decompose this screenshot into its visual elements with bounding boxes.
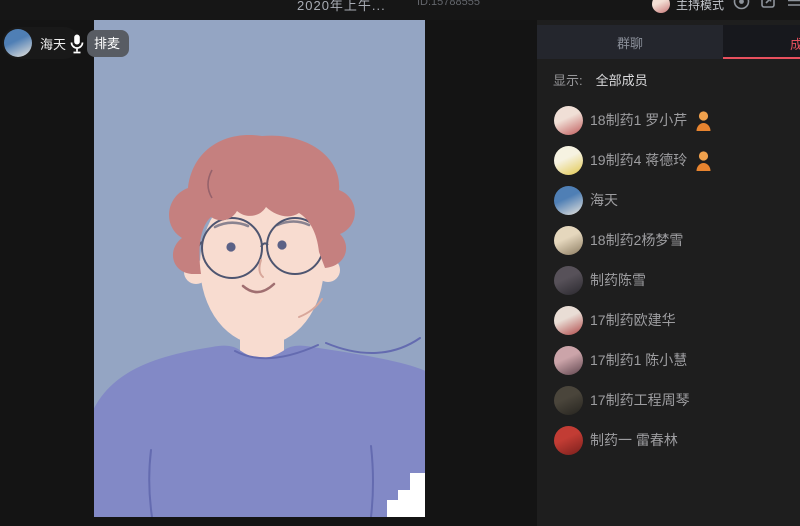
member-row[interactable]: 制药一 雷春林 xyxy=(537,420,800,460)
tab-members[interactable]: 成员 xyxy=(723,25,800,59)
speaker-name: 海天 xyxy=(40,34,66,53)
member-avatar xyxy=(554,386,583,415)
top-bar: 2020年上午... ID:15788555 主持模式 xyxy=(0,0,800,20)
member-avatar xyxy=(554,186,583,215)
speaker-illustration xyxy=(94,20,425,517)
microphone-icon xyxy=(70,33,84,55)
member-avatar xyxy=(554,426,583,455)
member-filter-row: 显示: 全部成员 xyxy=(553,69,800,89)
tab-group-chat[interactable]: 群聊 xyxy=(537,25,723,59)
member-name: 17制药1 陈小慧 xyxy=(590,350,687,370)
record-icon[interactable] xyxy=(733,0,750,10)
member-name: 制药一 雷春林 xyxy=(590,430,678,450)
share-screen-icon[interactable] xyxy=(760,0,776,9)
member-avatar xyxy=(554,266,583,295)
member-name: 海天 xyxy=(590,190,618,210)
speaker-name-pill: 海天 xyxy=(2,27,80,59)
member-row[interactable]: 制药陈雪 xyxy=(537,260,800,300)
queue-mic-label: 排麦 xyxy=(87,30,129,57)
members-panel: 群聊 成员 显示: 全部成员 18制药1 罗小芹 19制药4 蒋德玲 xyxy=(537,0,800,526)
speaker-avatar xyxy=(4,29,32,57)
member-row[interactable]: 海天 xyxy=(537,180,800,220)
active-tab-underline xyxy=(723,57,800,59)
filter-value-dropdown[interactable]: 全部成员 xyxy=(596,70,648,89)
member-list: 18制药1 罗小芹 19制药4 蒋德玲 海天 18制 xyxy=(537,100,800,460)
member-name: 18制药2杨梦雪 xyxy=(590,230,683,250)
queue-mic-badge[interactable]: 排麦 xyxy=(70,30,129,57)
member-avatar xyxy=(554,346,583,375)
member-name: 制药陈雪 xyxy=(590,270,646,290)
panel-tab-bar: 群聊 成员 xyxy=(537,25,800,59)
host-mode-label: 主持模式 xyxy=(676,0,724,13)
menu-icon[interactable] xyxy=(788,0,800,8)
member-name: 18制药1 罗小芹 xyxy=(590,110,687,130)
member-avatar xyxy=(554,106,583,135)
video-tile[interactable] xyxy=(94,20,425,517)
member-avatar xyxy=(554,306,583,335)
raised-hand-icon xyxy=(695,110,712,131)
member-avatar xyxy=(554,226,583,255)
member-name: 17制药欧建华 xyxy=(590,310,676,330)
meeting-title: 2020年上午... xyxy=(297,0,386,14)
host-avatar xyxy=(652,0,670,13)
member-avatar xyxy=(554,146,583,175)
member-row[interactable]: 18制药1 罗小芹 xyxy=(537,100,800,140)
member-row[interactable]: 17制药工程周琴 xyxy=(537,380,800,420)
member-row[interactable]: 19制药4 蒋德玲 xyxy=(537,140,800,180)
raised-hand-icon xyxy=(695,150,712,171)
member-row[interactable]: 17制药欧建华 xyxy=(537,300,800,340)
member-row[interactable]: 18制药2杨梦雪 xyxy=(537,220,800,260)
meeting-id: ID:15788555 xyxy=(417,0,480,8)
member-name: 17制药工程周琴 xyxy=(590,390,690,410)
member-name: 19制药4 蒋德玲 xyxy=(590,150,687,170)
filter-label: 显示: xyxy=(553,70,583,89)
member-row[interactable]: 17制药1 陈小慧 xyxy=(537,340,800,380)
